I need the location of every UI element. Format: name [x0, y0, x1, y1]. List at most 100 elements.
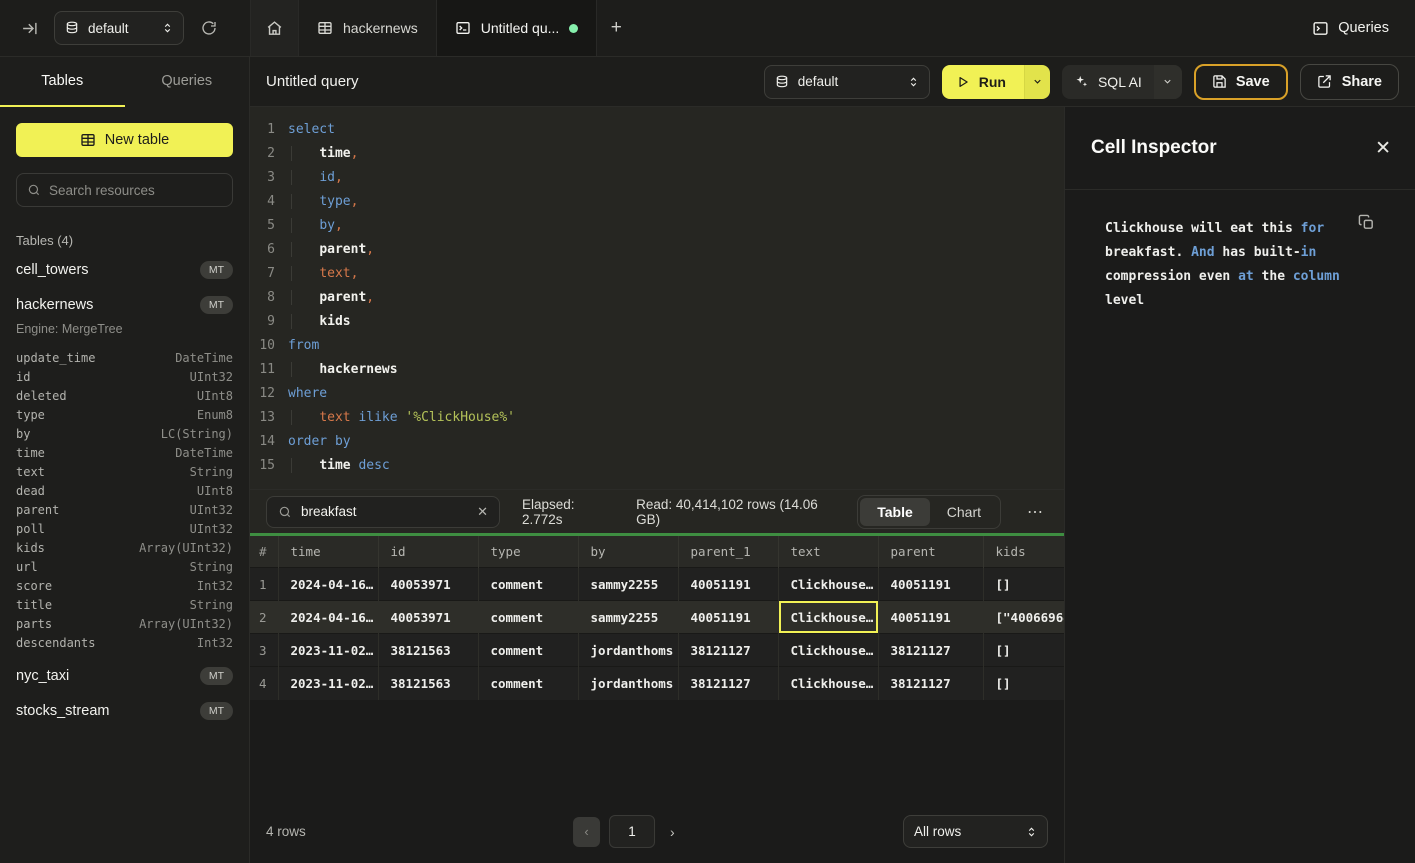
table-cell[interactable]: 38121563: [378, 634, 478, 667]
column-row[interactable]: deletedUInt8: [0, 386, 249, 405]
row-number-cell[interactable]: 4: [250, 667, 278, 700]
table-cell[interactable]: 38121563: [378, 667, 478, 700]
new-table-button[interactable]: New table: [16, 123, 233, 157]
refresh-button[interactable]: [194, 13, 224, 43]
table-cell[interactable]: 38121127: [878, 667, 983, 700]
save-button[interactable]: Save: [1194, 64, 1288, 100]
row-number-cell[interactable]: 3: [250, 634, 278, 667]
table-cell[interactable]: Clickhouse…: [778, 568, 878, 601]
sidebar-table-item[interactable]: stocks_streamMT: [0, 693, 249, 728]
table-cell[interactable]: ["40066964…: [983, 601, 1064, 634]
table-cell[interactable]: 2023-11-02…: [278, 667, 378, 700]
column-row[interactable]: titleString: [0, 595, 249, 614]
run-options-button[interactable]: [1024, 65, 1050, 99]
prev-page-button[interactable]: ‹: [573, 817, 600, 847]
table-cell[interactable]: comment: [478, 634, 578, 667]
sidebar-tab-queries[interactable]: Queries: [125, 57, 250, 107]
column-header-id[interactable]: id: [378, 535, 478, 568]
tab-home[interactable]: [250, 0, 299, 56]
column-header-time[interactable]: time: [278, 535, 378, 568]
close-inspector-button[interactable]: ✕: [1375, 137, 1391, 160]
table-cell[interactable]: 40051191: [878, 568, 983, 601]
column-row[interactable]: scoreInt32: [0, 576, 249, 595]
column-row[interactable]: parentUInt32: [0, 500, 249, 519]
view-toggle-chart[interactable]: Chart: [930, 498, 998, 526]
column-header-by[interactable]: by: [578, 535, 678, 568]
run-button[interactable]: Run: [942, 65, 1024, 99]
sidebar-search-input[interactable]: [49, 183, 222, 198]
table-cell[interactable]: 2024-04-16…: [278, 568, 378, 601]
column-row[interactable]: update_timeDateTime: [0, 348, 249, 367]
sidebar-table-item[interactable]: nyc_taxiMT: [0, 658, 249, 693]
tab-untitled-query[interactable]: Untitled qu...: [437, 0, 598, 56]
column-row[interactable]: timeDateTime: [0, 443, 249, 462]
column-row[interactable]: urlString: [0, 557, 249, 576]
sidebar-table-item[interactable]: cell_towersMT: [0, 252, 249, 287]
page-size-select[interactable]: All rows: [903, 815, 1048, 848]
column-row[interactable]: typeEnum8: [0, 405, 249, 424]
column-header-text[interactable]: text: [778, 535, 878, 568]
sql-ai-options-button[interactable]: [1154, 65, 1182, 99]
column-header-type[interactable]: type: [478, 535, 578, 568]
column-row[interactable]: kidsArray(UInt32): [0, 538, 249, 557]
copy-button[interactable]: [1358, 214, 1375, 231]
table-cell[interactable]: comment: [478, 568, 578, 601]
table-cell[interactable]: []: [983, 667, 1064, 700]
table-cell[interactable]: 40053971: [378, 601, 478, 634]
table-cell[interactable]: sammy2255: [578, 601, 678, 634]
table-cell[interactable]: 40051191: [878, 601, 983, 634]
column-row[interactable]: partsArray(UInt32): [0, 614, 249, 633]
column-row[interactable]: deadUInt8: [0, 481, 249, 500]
table-cell[interactable]: comment: [478, 601, 578, 634]
sidebar-tab-tables[interactable]: Tables: [0, 57, 125, 107]
tab-hackernews[interactable]: hackernews: [299, 0, 437, 56]
table-cell[interactable]: 40053971: [378, 568, 478, 601]
more-options-button[interactable]: ⋯: [1023, 502, 1048, 522]
sql-editor[interactable]: 1select2 time,3 id,4 type,5 by,6 parent,…: [250, 107, 1064, 490]
table-cell[interactable]: 2024-04-16…: [278, 601, 378, 634]
cell-text-token: level: [1105, 293, 1144, 308]
sidebar-table-item[interactable]: hackernewsMT: [0, 287, 249, 322]
column-header-kids[interactable]: kids: [983, 535, 1064, 568]
database-select[interactable]: default: [54, 11, 184, 45]
column-row[interactable]: idUInt32: [0, 367, 249, 386]
view-toggle: Table Chart: [857, 495, 1001, 529]
table-cell[interactable]: 38121127: [678, 634, 778, 667]
table-cell[interactable]: jordanthoms: [578, 634, 678, 667]
share-button[interactable]: Share: [1300, 64, 1399, 100]
table-cell[interactable]: 2023-11-02…: [278, 634, 378, 667]
table-cell[interactable]: 40051191: [678, 568, 778, 601]
clear-search-icon[interactable]: ✕: [477, 504, 488, 520]
table-cell[interactable]: []: [983, 634, 1064, 667]
table-cell[interactable]: Clickhouse…: [778, 601, 878, 634]
new-tab-button[interactable]: +: [597, 0, 635, 56]
column-header-parent[interactable]: parent: [878, 535, 983, 568]
table-cell[interactable]: sammy2255: [578, 568, 678, 601]
table-cell[interactable]: 40051191: [678, 601, 778, 634]
view-toggle-table[interactable]: Table: [860, 498, 930, 526]
column-name: time: [16, 446, 45, 460]
results-search-input[interactable]: [301, 504, 468, 519]
column-row[interactable]: descendantsInt32: [0, 633, 249, 652]
column-row[interactable]: byLC(String): [0, 424, 249, 443]
column-row[interactable]: textString: [0, 462, 249, 481]
collapse-sidebar-button[interactable]: [14, 13, 44, 43]
column-header-parent_1[interactable]: parent_1: [678, 535, 778, 568]
page-number-input[interactable]: 1: [609, 815, 655, 848]
table-cell[interactable]: 38121127: [878, 634, 983, 667]
queries-button[interactable]: Queries: [1312, 0, 1415, 56]
table-cell[interactable]: 38121127: [678, 667, 778, 700]
column-header-num[interactable]: #: [250, 535, 278, 568]
row-number-cell[interactable]: 1: [250, 568, 278, 601]
table-cell[interactable]: comment: [478, 667, 578, 700]
table-cell[interactable]: Clickhouse…: [778, 634, 878, 667]
table-cell[interactable]: []: [983, 568, 1064, 601]
table-cell[interactable]: Clickhouse…: [778, 667, 878, 700]
table-name: stocks_stream: [16, 703, 109, 719]
table-cell[interactable]: jordanthoms: [578, 667, 678, 700]
column-row[interactable]: pollUInt32: [0, 519, 249, 538]
sql-ai-button[interactable]: SQL AI: [1062, 65, 1154, 99]
next-page-button[interactable]: ›: [664, 824, 681, 840]
query-database-select[interactable]: default: [764, 65, 930, 99]
row-number-cell[interactable]: 2: [250, 601, 278, 634]
